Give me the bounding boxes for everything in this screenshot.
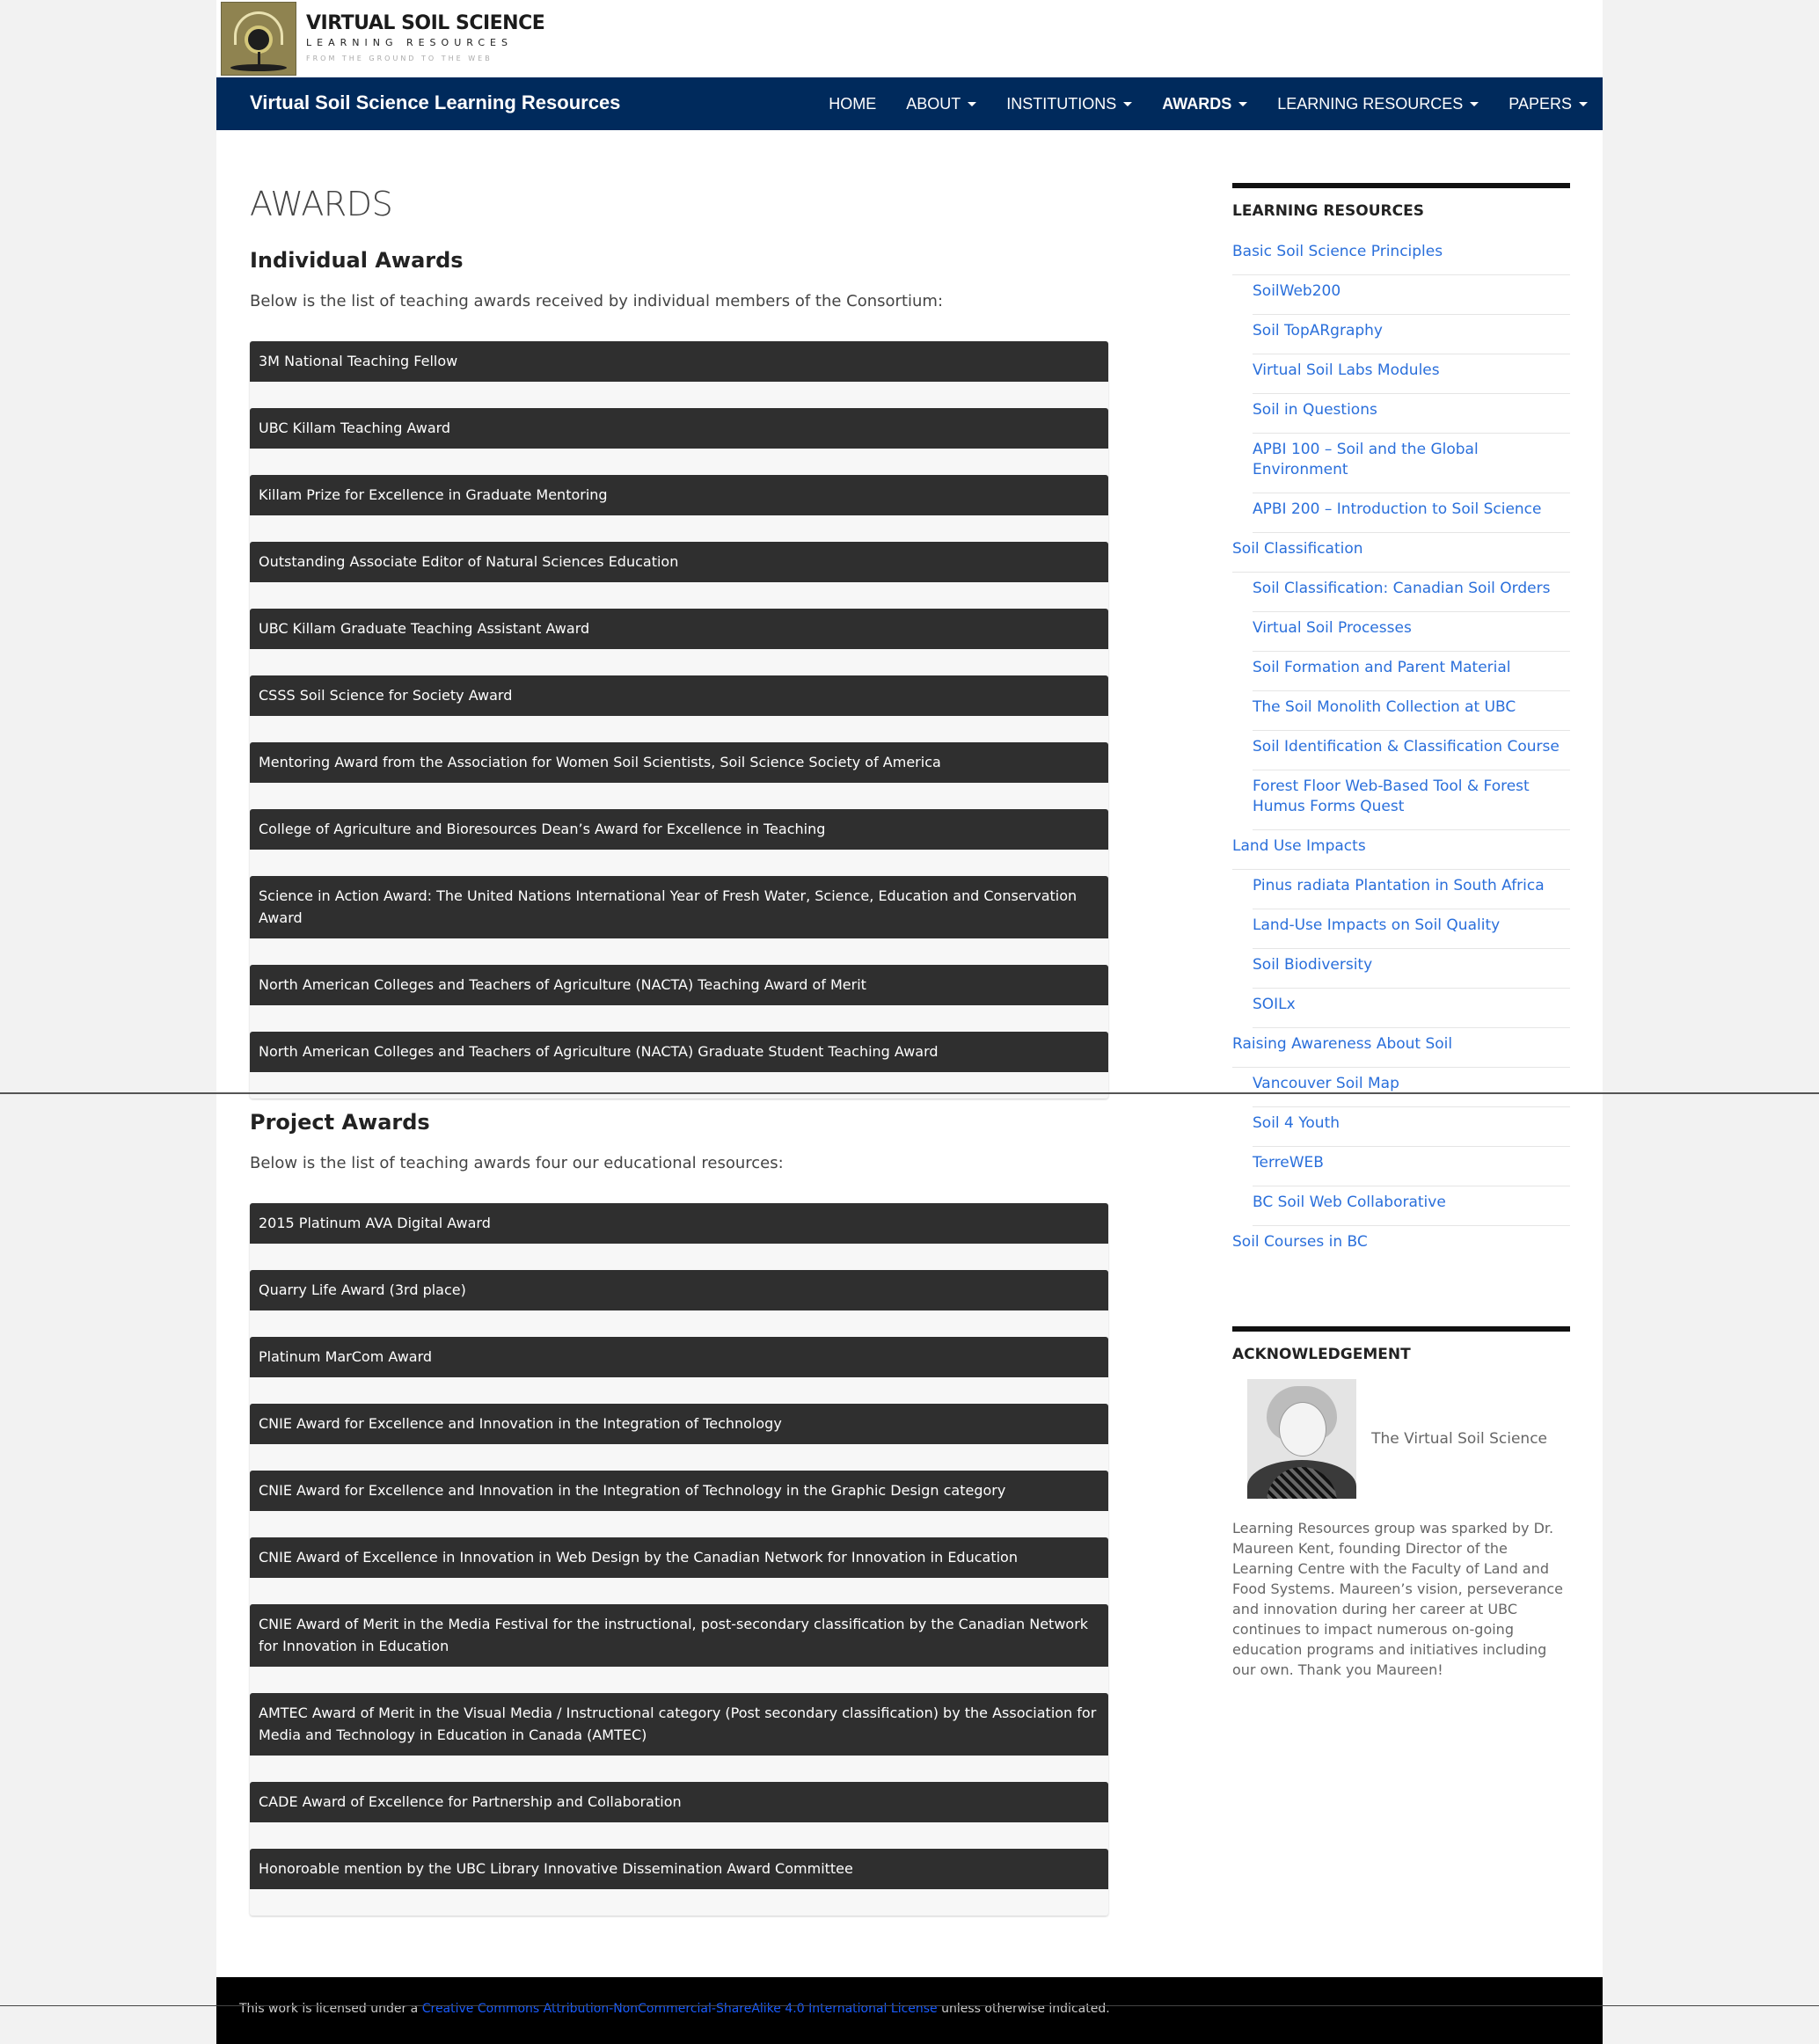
page: VIRTUAL SOIL SCIENCE LEARNING RESOURCES … <box>216 0 1603 2044</box>
portrait-photo <box>1247 1379 1356 1499</box>
sidebar-link[interactable]: Raising Awareness About Soil <box>1232 1028 1570 1068</box>
individual-awards-title: Individual Awards <box>250 248 464 273</box>
license-suffix: unless otherwise indicated. <box>937 2002 1110 2016</box>
sidebar-link[interactable]: The Soil Monolith Collection at UBC <box>1253 691 1570 731</box>
caret-down-icon <box>968 101 977 106</box>
sidebar-link[interactable]: Soil Classification: Canadian Soil Order… <box>1253 573 1570 612</box>
nav-learning-resources-label: LEARNING RESOURCES <box>1277 94 1464 113</box>
logo-tagline: FROM THE GROUND TO THE WEB <box>306 55 493 62</box>
nav-home-label: HOME <box>829 94 877 113</box>
sidebar-link[interactable]: Land-Use Impacts on Soil Quality <box>1253 909 1570 949</box>
page-title: AWARDS <box>250 185 393 223</box>
sidebar-link[interactable]: Soil Biodiversity <box>1253 949 1570 989</box>
sidebar-link[interactable]: Soil Formation and Parent Material <box>1253 652 1570 691</box>
acknowledgement-widget: ACKNOWLEDGEMENT The Virtual Soil Science… <box>1232 1326 1570 1680</box>
project-awards-list: 2015 Platinum AVA Digital Award Quarry L… <box>250 1203 1108 1916</box>
nav-awards-label: AWARDS <box>1162 94 1232 113</box>
caret-down-icon <box>1238 101 1248 106</box>
license-notice: This work is licensed under a Creative C… <box>239 2002 1110 2016</box>
sidebar-link[interactable]: Basic Soil Science Principles <box>1232 236 1570 275</box>
widget-divider <box>1232 1326 1570 1332</box>
sidebar-link[interactable]: APBI 100 – Soil and the Global Environme… <box>1253 434 1570 493</box>
horizontal-rule <box>0 1092 1819 1094</box>
sidebar-link[interactable]: Soil 4 Youth <box>1253 1107 1570 1147</box>
sidebar-link[interactable]: Land Use Impacts <box>1232 830 1570 870</box>
sidebar-link[interactable]: Vancouver Soil Map <box>1253 1068 1570 1107</box>
navbar: Virtual Soil Science Learning Resources … <box>216 77 1603 130</box>
nav-institutions[interactable]: INSTITUTIONS <box>991 95 1147 113</box>
sidebar-link[interactable]: SOILx <box>1253 989 1570 1028</box>
caret-down-icon <box>1579 101 1588 106</box>
horizontal-rule <box>0 2005 1819 2006</box>
site-logo-icon[interactable] <box>221 2 296 76</box>
award-item: Honoroable mention by the UBC Library In… <box>250 1849 1108 1889</box>
sidebar-link[interactable]: Soil TopARgraphy <box>1253 315 1570 354</box>
sidebar-link[interactable]: TerreWEB <box>1253 1147 1570 1186</box>
project-awards-title: Project Awards <box>250 1110 430 1135</box>
sidebar-link[interactable]: Virtual Soil Labs Modules <box>1253 354 1570 394</box>
award-item: 3M National Teaching Fellow <box>250 341 1108 382</box>
sidebar-link[interactable]: Virtual Soil Processes <box>1253 612 1570 652</box>
caret-down-icon <box>1470 101 1479 106</box>
sidebar-link[interactable]: SoilWeb200 <box>1253 275 1570 315</box>
logo-bar: VIRTUAL SOIL SCIENCE LEARNING RESOURCES … <box>216 0 1603 77</box>
award-item: 2015 Platinum AVA Digital Award <box>250 1203 1108 1244</box>
sidebar-link[interactable]: Forest Floor Web-Based Tool & Forest Hum… <box>1253 770 1570 830</box>
award-item: UBC Killam Teaching Award <box>250 408 1108 449</box>
award-item: CADE Award of Excellence for Partnership… <box>250 1782 1108 1822</box>
project-awards-intro: Below is the list of teaching awards fou… <box>250 1154 784 1172</box>
award-item: AMTEC Award of Merit in the Visual Media… <box>250 1693 1108 1756</box>
award-item: College of Agriculture and Bioresources … <box>250 809 1108 850</box>
learning-resources-menu: Basic Soil Science Principles SoilWeb200… <box>1232 236 1570 1265</box>
navbar-brand[interactable]: Virtual Soil Science Learning Resources <box>250 91 620 114</box>
nav-about[interactable]: ABOUT <box>891 95 991 113</box>
caret-down-icon <box>1123 101 1133 106</box>
sidebar-link[interactable]: Soil Classification <box>1232 533 1570 573</box>
award-item: CNIE Award for Excellence and Innovation… <box>250 1404 1108 1444</box>
nav-institutions-label: INSTITUTIONS <box>1006 94 1117 113</box>
acknowledgement-lead: The Virtual Soil Science <box>1371 1430 1548 1448</box>
award-item: Science in Action Award: The United Nati… <box>250 876 1108 938</box>
sidebar: LEARNING RESOURCES Basic Soil Science Pr… <box>1232 183 1570 1680</box>
nav-papers[interactable]: PAPERS <box>1494 95 1603 113</box>
award-item: CSSS Soil Science for Society Award <box>250 675 1108 716</box>
sidebar-link[interactable]: Soil in Questions <box>1253 394 1570 434</box>
award-item: Quarry Life Award (3rd place) <box>250 1270 1108 1310</box>
award-item: CNIE Award for Excellence and Innovation… <box>250 1471 1108 1511</box>
award-item: UBC Killam Graduate Teaching Assistant A… <box>250 609 1108 649</box>
award-item: CNIE Award of Excellence in Innovation i… <box>250 1537 1108 1578</box>
widget-divider <box>1232 183 1570 188</box>
nav-awards[interactable]: AWARDS <box>1147 95 1262 113</box>
logo-title[interactable]: VIRTUAL SOIL SCIENCE <box>306 12 545 34</box>
award-item: Platinum MarCom Award <box>250 1337 1108 1377</box>
sidebar-link[interactable]: BC Soil Web Collaborative <box>1253 1186 1570 1226</box>
footer: This work is licensed under a Creative C… <box>216 1977 1603 2044</box>
logo-subtitle: LEARNING RESOURCES <box>306 37 513 48</box>
award-item: North American Colleges and Teachers of … <box>250 965 1108 1005</box>
acknowledgement-title: ACKNOWLEDGEMENT <box>1232 1346 1411 1363</box>
acknowledgement-text: Learning Resources group was sparked by … <box>1232 1520 1563 1678</box>
learning-resources-widget-title: LEARNING RESOURCES <box>1232 202 1424 220</box>
main-nav: HOME ABOUT INSTITUTIONS AWARDS LEARNING … <box>814 77 1603 130</box>
license-prefix: This work is licensed under a <box>239 2002 422 2016</box>
award-item: Outstanding Associate Editor of Natural … <box>250 542 1108 582</box>
nav-about-label: ABOUT <box>906 94 961 113</box>
sidebar-link[interactable]: Soil Courses in BC <box>1232 1226 1570 1265</box>
nav-learning-resources[interactable]: LEARNING RESOURCES <box>1262 95 1494 113</box>
sidebar-link[interactable]: APBI 200 – Introduction to Soil Science <box>1253 493 1570 533</box>
individual-awards-intro: Below is the list of teaching awards rec… <box>250 292 944 310</box>
award-item: Mentoring Award from the Association for… <box>250 742 1108 783</box>
nav-home[interactable]: HOME <box>814 95 891 113</box>
sidebar-link[interactable]: Pinus radiata Plantation in South Africa <box>1253 870 1570 909</box>
license-link[interactable]: Creative Commons Attribution-NonCommerci… <box>422 2002 938 2016</box>
sidebar-link[interactable]: Soil Identification & Classification Cou… <box>1253 731 1570 770</box>
individual-awards-list: 3M National Teaching Fellow UBC Killam T… <box>250 341 1108 1099</box>
award-item: CNIE Award of Merit in the Media Festiva… <box>250 1604 1108 1667</box>
award-item: North American Colleges and Teachers of … <box>250 1032 1108 1072</box>
award-item: Killam Prize for Excellence in Graduate … <box>250 475 1108 515</box>
nav-papers-label: PAPERS <box>1509 94 1572 113</box>
